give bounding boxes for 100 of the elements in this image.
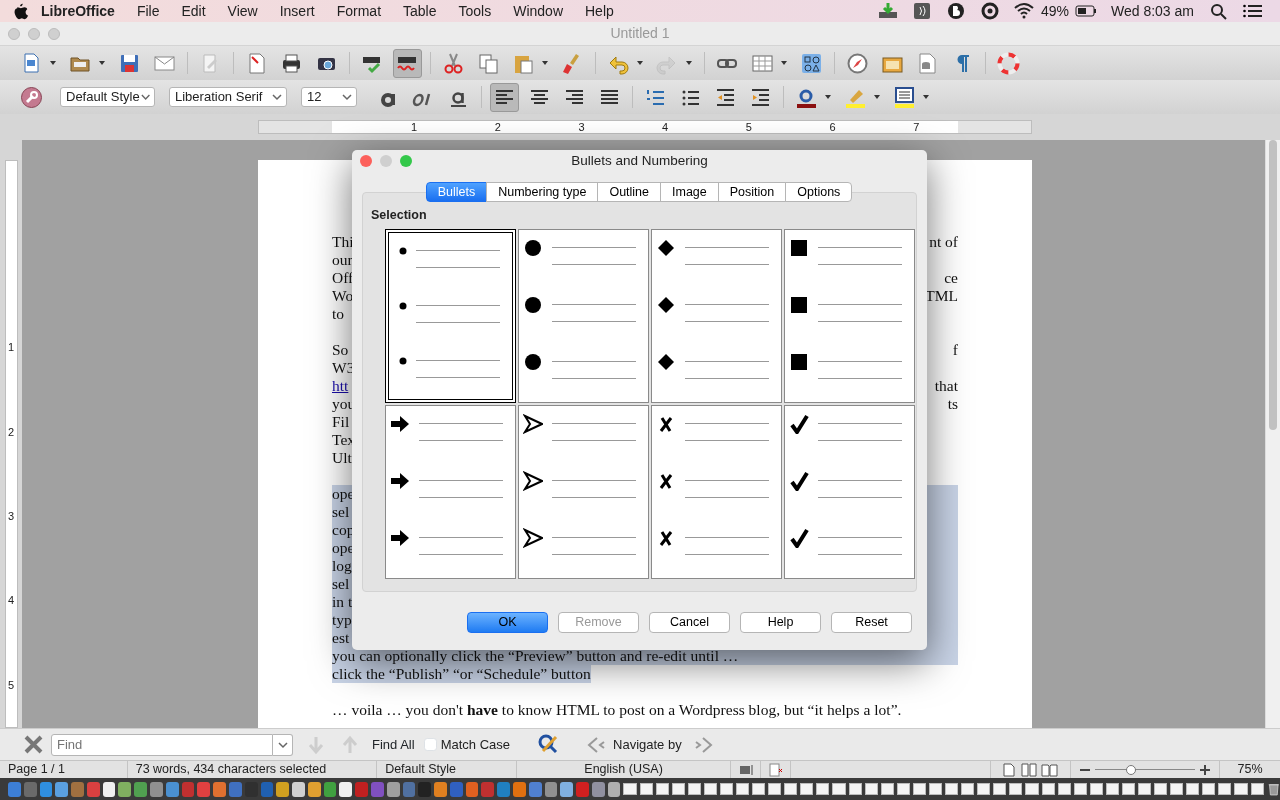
dock-app-icon[interactable] bbox=[55, 781, 69, 797]
dock-document-icon[interactable] bbox=[848, 783, 862, 795]
dock-document-icon[interactable] bbox=[1170, 783, 1184, 795]
dialog-button[interactable]: Cancel bbox=[649, 612, 730, 633]
font-size-dropdown[interactable]: 12 bbox=[301, 87, 357, 107]
find-all-button[interactable]: Find All bbox=[371, 733, 416, 756]
dock-document-icon[interactable] bbox=[864, 783, 878, 795]
trash-icon[interactable] bbox=[1266, 781, 1280, 797]
dock-app-icon[interactable] bbox=[339, 781, 353, 797]
dock-document-icon[interactable] bbox=[671, 783, 685, 795]
dock-document-icon[interactable] bbox=[928, 783, 943, 795]
dock-app-icon[interactable] bbox=[102, 781, 116, 797]
dock-document-icon[interactable] bbox=[880, 783, 894, 795]
dock-app-icon[interactable] bbox=[386, 781, 400, 797]
menu-item[interactable]: Tools bbox=[447, 0, 503, 22]
dock-app-icon[interactable] bbox=[292, 781, 305, 797]
tab[interactable]: Options bbox=[785, 182, 853, 202]
dock-document-icon[interactable] bbox=[1121, 783, 1135, 795]
dock-document-icon[interactable] bbox=[1105, 783, 1119, 795]
scrollbar-thumb[interactable] bbox=[1269, 140, 1277, 430]
dock-app-icon[interactable] bbox=[276, 781, 290, 797]
bullet-preset-tile[interactable] bbox=[651, 404, 782, 579]
menu-item[interactable]: View bbox=[216, 0, 269, 22]
dock-document-icon[interactable] bbox=[896, 783, 910, 795]
menu-item[interactable]: Window bbox=[502, 0, 574, 22]
download-icon[interactable] bbox=[876, 2, 899, 20]
two-pages-icon[interactable] bbox=[1021, 762, 1038, 777]
dock-document-icon[interactable] bbox=[800, 783, 814, 795]
menu-item[interactable]: Help bbox=[574, 0, 625, 22]
dialog-button[interactable]: OK bbox=[467, 612, 548, 633]
find-field[interactable]: Find bbox=[51, 733, 273, 756]
dock-app-icon[interactable] bbox=[560, 781, 574, 797]
menu-item[interactable]: Insert bbox=[268, 0, 326, 22]
dock-document-icon[interactable] bbox=[639, 783, 653, 795]
list-icon[interactable] bbox=[1242, 2, 1264, 20]
ruler-number: 5 bbox=[7, 677, 15, 693]
dock-document-icon[interactable] bbox=[703, 783, 717, 795]
dialog-button[interactable]: Reset bbox=[831, 612, 912, 633]
dock-document-icon[interactable] bbox=[977, 783, 991, 795]
dock-document-icon[interactable] bbox=[1202, 783, 1216, 795]
spelling-underline-icon[interactable] bbox=[393, 48, 422, 78]
bullet-preset-tile[interactable] bbox=[385, 228, 516, 403]
dock-document-icon[interactable] bbox=[1186, 783, 1200, 795]
dock-document-icon[interactable] bbox=[1009, 783, 1023, 795]
dock-document-icon[interactable] bbox=[1250, 783, 1264, 795]
dock-document-icon[interactable] bbox=[752, 783, 766, 795]
dock-document-icon[interactable] bbox=[961, 783, 975, 795]
tab[interactable]: Position bbox=[717, 182, 787, 202]
dock-document-icon[interactable] bbox=[1041, 783, 1055, 795]
dock-document-icon[interactable] bbox=[1089, 783, 1103, 795]
dropdown-caret-icon[interactable] bbox=[271, 91, 283, 103]
dock-document-icon[interactable] bbox=[1154, 783, 1168, 795]
font-name-dropdown[interactable]: Liberation Serif bbox=[169, 87, 287, 107]
bullet-preset-tile[interactable] bbox=[651, 228, 782, 403]
dock-document-icon[interactable] bbox=[816, 783, 830, 795]
wifi-icon[interactable] bbox=[1012, 2, 1035, 20]
dock-document-icon[interactable] bbox=[1057, 783, 1071, 795]
dock-document-icon[interactable] bbox=[655, 783, 669, 795]
app-menu[interactable]: LibreOffice bbox=[30, 0, 126, 22]
tab[interactable]: Numbering type bbox=[486, 182, 599, 202]
dock-app-icon[interactable] bbox=[307, 781, 321, 797]
dock-document-icon[interactable] bbox=[1218, 783, 1232, 795]
dock-document-icon[interactable] bbox=[687, 783, 701, 795]
bullet-preset-tile[interactable] bbox=[518, 228, 649, 403]
tab[interactable]: Image bbox=[660, 182, 719, 202]
zoom-slider-thumb[interactable] bbox=[1125, 764, 1136, 775]
close-button[interactable] bbox=[360, 155, 372, 167]
dock-document-icon[interactable] bbox=[1073, 783, 1087, 795]
dock-document-icon[interactable] bbox=[1137, 783, 1152, 795]
link[interactable]: htt bbox=[332, 377, 349, 395]
dock-document-icon[interactable] bbox=[993, 783, 1007, 795]
book-view-icon[interactable] bbox=[1041, 762, 1060, 777]
menu-item[interactable]: Edit bbox=[170, 0, 217, 22]
dock-app-icon[interactable] bbox=[118, 781, 132, 797]
battery-icon[interactable] bbox=[1075, 2, 1097, 20]
menubar-clock[interactable]: Wed 8:03 am bbox=[1111, 0, 1194, 22]
dock-document-icon[interactable] bbox=[945, 783, 959, 795]
bullet-preset-tile[interactable] bbox=[784, 404, 915, 579]
tab[interactable]: Bullets bbox=[425, 182, 488, 202]
dock-document-icon[interactable] bbox=[719, 783, 733, 795]
dock-app-icon[interactable] bbox=[607, 781, 621, 797]
bullet-preset-tile[interactable] bbox=[518, 404, 649, 579]
menu-item[interactable]: Format bbox=[325, 0, 393, 22]
tab[interactable]: Outline bbox=[597, 182, 662, 202]
dock-document-icon[interactable] bbox=[784, 783, 798, 795]
dock-document-icon[interactable] bbox=[912, 783, 926, 795]
paragraph-style-dropdown[interactable]: Default Style bbox=[60, 87, 155, 107]
align-left-icon[interactable] bbox=[490, 82, 519, 112]
menu-item[interactable]: File bbox=[125, 0, 171, 22]
body-text: f bbox=[952, 341, 958, 359]
bullet-preset-tile[interactable] bbox=[784, 228, 915, 403]
match-case-checkbox[interactable] bbox=[423, 738, 437, 751]
arrowhead-bullet-icon bbox=[523, 470, 543, 491]
dialog-button[interactable]: Help bbox=[740, 612, 821, 633]
plus-icon[interactable] bbox=[1198, 763, 1211, 776]
dropdown-caret-icon[interactable] bbox=[341, 91, 353, 103]
dock-document-icon[interactable] bbox=[736, 783, 750, 795]
bullet-preset-tile[interactable] bbox=[385, 404, 516, 579]
dock-document-icon[interactable] bbox=[768, 783, 782, 795]
menu-item[interactable]: Table bbox=[392, 0, 448, 22]
